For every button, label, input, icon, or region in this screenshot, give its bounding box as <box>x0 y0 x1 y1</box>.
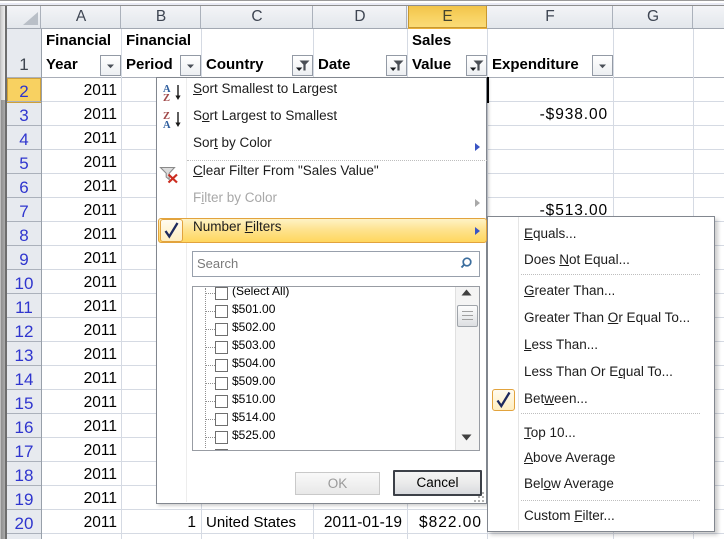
svg-text:A: A <box>163 120 171 129</box>
svg-text:Z: Z <box>163 93 170 102</box>
